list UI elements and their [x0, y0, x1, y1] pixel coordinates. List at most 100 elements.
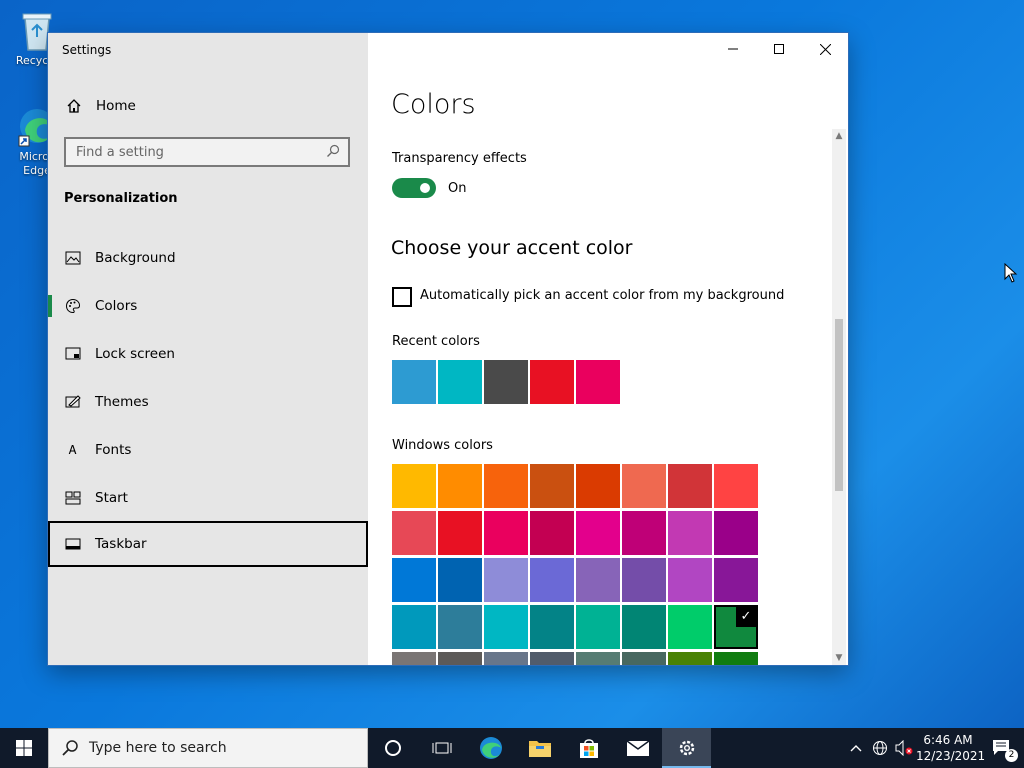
- accent-color-swatch[interactable]: [392, 652, 436, 665]
- recent-color-swatch[interactable]: [438, 360, 482, 404]
- mail-button[interactable]: [613, 728, 662, 768]
- recent-color-swatch[interactable]: [484, 360, 528, 404]
- accent-color-swatch[interactable]: [622, 464, 666, 508]
- accent-color-swatch[interactable]: [714, 511, 758, 555]
- accent-color-swatch[interactable]: [484, 605, 528, 649]
- sidebar-item-label: Themes: [95, 394, 149, 410]
- action-center-button[interactable]: 2: [980, 728, 1024, 768]
- palette-icon: [64, 297, 82, 315]
- find-setting-input[interactable]: Find a setting: [64, 137, 350, 167]
- scroll-down-icon[interactable]: ▼: [832, 651, 846, 665]
- sidebar-item-taskbar[interactable]: Taskbar: [48, 521, 368, 567]
- volume-button[interactable]: [892, 728, 916, 768]
- taskbar-icon: [64, 535, 82, 553]
- settings-icon: [679, 740, 694, 756]
- settings-taskbar-button[interactable]: [662, 728, 711, 768]
- sidebar-home[interactable]: Home: [48, 91, 368, 121]
- store-button[interactable]: [564, 728, 613, 768]
- accent-color-swatch[interactable]: [576, 511, 620, 555]
- show-hidden-icons-button[interactable]: [844, 728, 868, 768]
- page-scrollbar[interactable]: ▲ ▼: [832, 129, 846, 665]
- accent-color-swatch[interactable]: [714, 464, 758, 508]
- taskbar-search-box[interactable]: Type here to search: [48, 728, 368, 768]
- cortana-button[interactable]: [368, 728, 417, 768]
- sidebar-item-fonts[interactable]: Ꭺ Fonts: [48, 427, 368, 473]
- auto-pick-checkbox[interactable]: [392, 287, 412, 307]
- accent-color-swatch[interactable]: [576, 558, 620, 602]
- file-explorer-icon: [528, 741, 551, 757]
- start-button[interactable]: [0, 728, 48, 768]
- recent-colors-heading: Recent colors: [392, 334, 480, 349]
- accent-color-swatch[interactable]: [576, 464, 620, 508]
- task-view-button[interactable]: [417, 728, 466, 768]
- sidebar-item-colors[interactable]: Colors: [48, 283, 368, 329]
- close-icon: [819, 43, 831, 55]
- lock-screen-icon: [64, 345, 82, 363]
- accent-color-swatch[interactable]: [392, 558, 436, 602]
- accent-color-swatch[interactable]: [714, 652, 758, 665]
- transparency-label: Transparency effects: [392, 151, 527, 166]
- accent-color-swatch[interactable]: [484, 511, 528, 555]
- accent-color-swatch[interactable]: [530, 511, 574, 555]
- accent-color-swatch[interactable]: [392, 605, 436, 649]
- transparency-toggle[interactable]: [392, 178, 436, 198]
- settings-sidebar: Settings Home Find a setting Personaliza…: [48, 33, 368, 665]
- accent-color-swatch[interactable]: [484, 652, 528, 665]
- toggle-state-text: On: [448, 181, 467, 196]
- accent-color-swatch[interactable]: [622, 652, 666, 665]
- edge-taskbar-button[interactable]: [466, 728, 515, 768]
- accent-color-swatch[interactable]: [484, 558, 528, 602]
- accent-color-swatch[interactable]: [668, 464, 712, 508]
- scroll-thumb[interactable]: [835, 319, 843, 491]
- network-button[interactable]: [868, 728, 892, 768]
- accent-color-swatch[interactable]: [576, 652, 620, 665]
- sidebar-item-lock-screen[interactable]: Lock screen: [48, 331, 368, 377]
- accent-color-swatch[interactable]: [530, 605, 574, 649]
- accent-color-swatch[interactable]: [530, 652, 574, 665]
- accent-color-swatch[interactable]: [484, 464, 528, 508]
- accent-color-swatch[interactable]: [622, 511, 666, 555]
- recent-color-swatch[interactable]: [576, 360, 620, 404]
- minimize-icon: [728, 48, 738, 50]
- sidebar-item-background[interactable]: Background: [48, 235, 368, 281]
- sidebar-item-themes[interactable]: Themes: [48, 379, 368, 425]
- mail-icon: [626, 740, 649, 756]
- file-explorer-button[interactable]: [515, 728, 564, 768]
- taskbar-search-placeholder: Type here to search: [89, 740, 227, 756]
- accent-color-swatch[interactable]: [668, 605, 712, 649]
- accent-color-swatch[interactable]: [668, 558, 712, 602]
- themes-icon: [64, 393, 82, 411]
- sidebar-item-label: Start: [95, 490, 128, 506]
- accent-color-swatch[interactable]: ✓: [714, 605, 758, 649]
- accent-color-swatch[interactable]: [576, 605, 620, 649]
- accent-color-swatch[interactable]: [392, 464, 436, 508]
- recent-color-swatch[interactable]: [530, 360, 574, 404]
- accent-color-swatch[interactable]: [438, 605, 482, 649]
- search-icon: [326, 143, 340, 162]
- network-globe-icon: [873, 741, 887, 755]
- accent-color-swatch[interactable]: [530, 558, 574, 602]
- accent-color-swatch[interactable]: [438, 464, 482, 508]
- maximize-button[interactable]: [756, 33, 802, 65]
- accent-color-swatch[interactable]: [668, 511, 712, 555]
- accent-color-swatch[interactable]: [438, 511, 482, 555]
- minimize-button[interactable]: [710, 33, 756, 65]
- accent-color-swatch[interactable]: [714, 558, 758, 602]
- sidebar-item-start[interactable]: Start: [48, 475, 368, 521]
- accent-color-swatch[interactable]: [438, 652, 482, 665]
- accent-color-swatch[interactable]: [530, 464, 574, 508]
- accent-color-swatch[interactable]: [438, 558, 482, 602]
- taskbar: Type here to search 6:46 AM 12/23/2021 2: [0, 728, 1024, 768]
- maximize-icon: [774, 44, 784, 54]
- accent-color-swatch[interactable]: [392, 511, 436, 555]
- close-button[interactable]: [802, 33, 848, 65]
- clock[interactable]: 6:46 AM 12/23/2021: [916, 732, 985, 764]
- accent-color-swatch[interactable]: [622, 605, 666, 649]
- scroll-up-icon[interactable]: ▲: [832, 129, 846, 143]
- volume-muted-icon: [895, 740, 913, 756]
- windows-logo-icon: [16, 740, 32, 756]
- accent-color-swatch[interactable]: [622, 558, 666, 602]
- accent-color-swatch[interactable]: [668, 652, 712, 665]
- mouse-cursor-icon: [1004, 263, 1018, 283]
- recent-color-swatch[interactable]: [392, 360, 436, 404]
